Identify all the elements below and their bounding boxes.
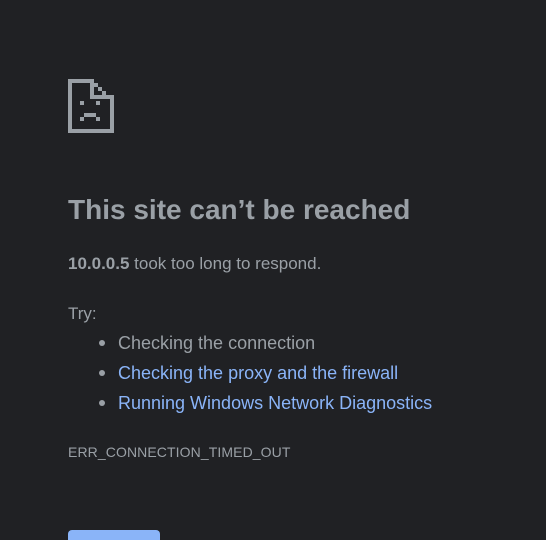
reload-button[interactable] — [68, 530, 160, 540]
network-diagnostics-link[interactable]: Running Windows Network Diagnostics — [118, 393, 432, 413]
suggestions-list: Checking the connection Checking the pro… — [68, 332, 432, 422]
suggestion-label: Checking the connection — [118, 333, 316, 353]
host-address: 10.0.0.5 — [68, 254, 130, 273]
bullet-icon — [99, 400, 105, 406]
suggestion-network-diagnostics[interactable]: Running Windows Network Diagnostics — [68, 392, 432, 422]
try-label: Try: — [68, 304, 97, 323]
message-suffix: took too long to respond. — [129, 254, 322, 273]
suggestion-check-connection: Checking the connection — [68, 332, 432, 362]
check-proxy-firewall-link[interactable]: Checking the proxy and the firewall — [118, 363, 398, 383]
bullet-icon — [99, 370, 105, 376]
sad-page-icon — [68, 79, 114, 133]
bullet-icon — [99, 340, 105, 346]
page-title: This site can’t be reached — [68, 194, 411, 225]
error-message: 10.0.0.5 took too long to respond. — [68, 253, 321, 275]
suggestion-check-proxy-firewall[interactable]: Checking the proxy and the firewall — [68, 362, 432, 392]
error-code: ERR_CONNECTION_TIMED_OUT — [68, 444, 291, 460]
